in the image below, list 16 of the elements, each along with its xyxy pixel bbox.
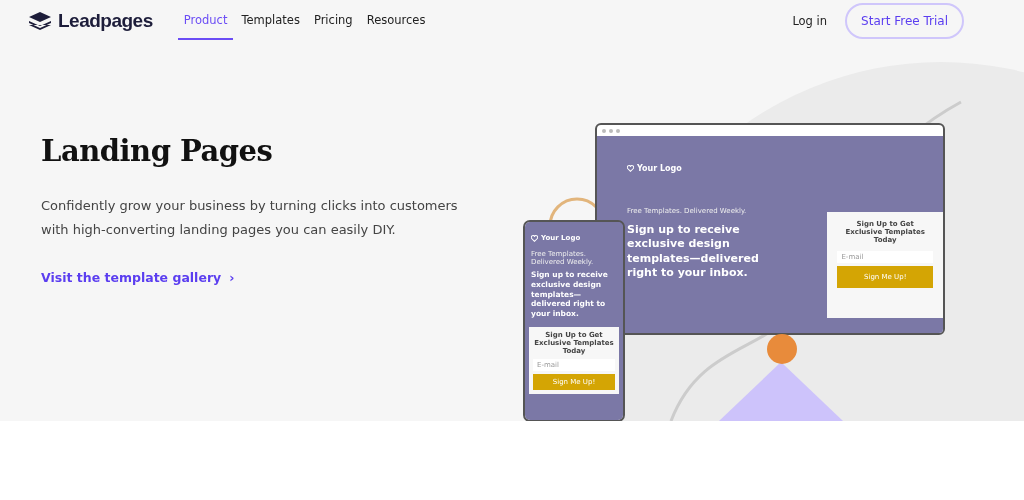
mock-headline: Sign up to receive exclusive design templates—delivered right to your inbox.	[627, 223, 760, 281]
layers-logo-icon	[28, 11, 52, 31]
nav-link[interactable]: Product	[177, 2, 234, 40]
hero-title: Landing Pages	[41, 134, 274, 168]
brand-name: Leadpages	[58, 10, 153, 32]
nav-link[interactable]: Resources	[360, 2, 432, 40]
heart-icon	[531, 234, 538, 242]
start-trial-button[interactable]: Start Free Trial	[845, 3, 964, 39]
circle-drawing	[767, 334, 797, 364]
mock-logo: Your Logo	[637, 164, 682, 173]
nav-link[interactable]: Templates	[235, 2, 306, 40]
template-gallery-link[interactable]: Visit the template gallery ›	[41, 270, 471, 285]
nav-link[interactable]: Pricing	[307, 2, 359, 40]
login-link[interactable]: Log in	[792, 14, 828, 28]
hero-description: Confidently grow your business by turning clicks into customers with high-converting landing pages you can easily DIY.	[41, 197, 459, 239]
heart-icon	[627, 165, 634, 172]
